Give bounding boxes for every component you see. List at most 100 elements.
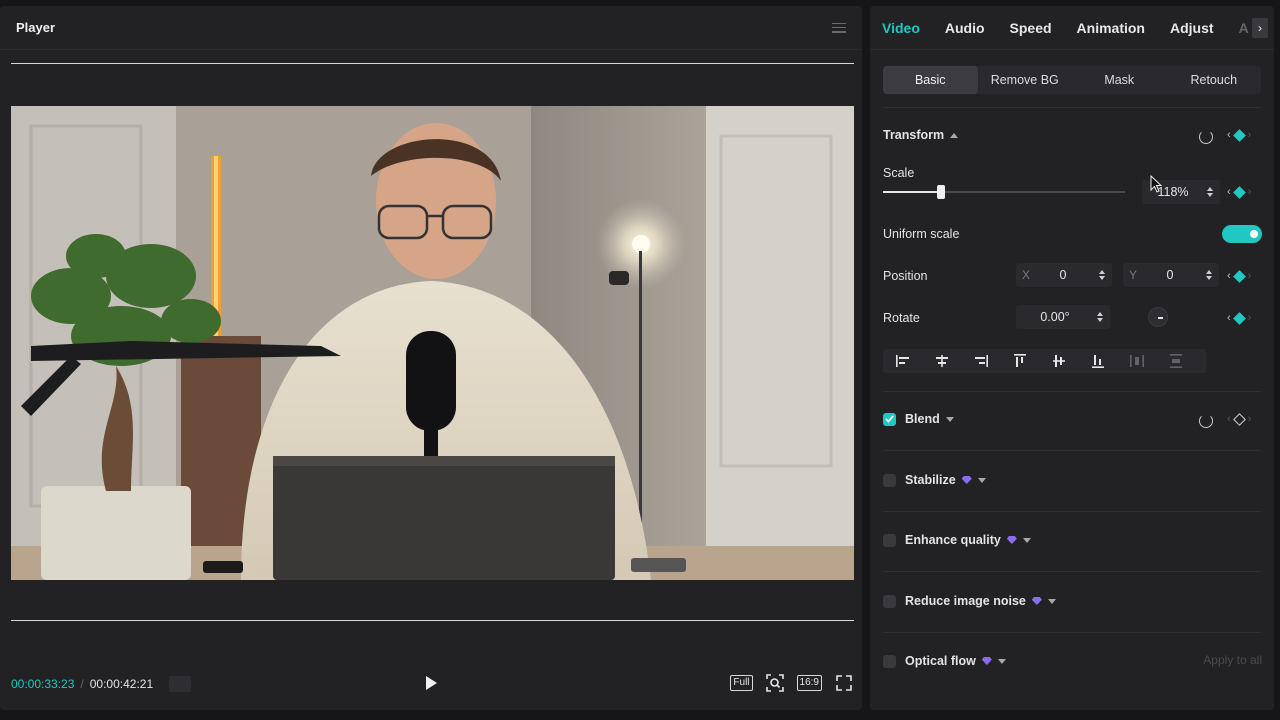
align-right-icon[interactable] (961, 349, 1000, 373)
prev-keyframe-icon[interactable]: ‹ (1227, 129, 1231, 141)
divider (883, 450, 1261, 451)
y-prefix: Y (1129, 268, 1138, 282)
fullscreen-icon[interactable] (834, 673, 854, 693)
uniform-scale-toggle[interactable] (1222, 225, 1262, 243)
prev-keyframe-icon[interactable]: ‹ (1227, 186, 1231, 198)
full-quality-button[interactable]: Full (730, 675, 753, 691)
blend-reset-icon[interactable] (1199, 414, 1213, 428)
align-left-icon[interactable] (883, 349, 922, 373)
divider (883, 391, 1261, 392)
reduce-noise-expand-icon[interactable] (1047, 598, 1056, 604)
tab-animation[interactable]: Animation (1077, 20, 1145, 36)
keyframe-diamond-icon[interactable] (1232, 185, 1246, 199)
video-subtabs: Basic Remove BG Mask Retouch (883, 66, 1261, 94)
align-center-h-icon[interactable] (922, 349, 961, 373)
subtab-basic[interactable]: Basic (883, 66, 978, 94)
current-timecode: 00:00:33:23 (11, 677, 75, 691)
tab-audio[interactable]: Audio (945, 20, 985, 36)
video-frame-image (11, 106, 854, 580)
scale-label: Scale (883, 166, 915, 180)
position-x-stepper[interactable] (1096, 270, 1108, 280)
enhance-quality-expand-icon[interactable] (1022, 537, 1031, 543)
subtab-retouch[interactable]: Retouch (1167, 66, 1262, 94)
position-x-value: 0 (1059, 268, 1067, 282)
tabs-next-icon[interactable]: › (1252, 18, 1268, 38)
player-header: Player (0, 6, 862, 50)
subtab-remove-bg[interactable]: Remove BG (978, 66, 1073, 94)
position-x-input[interactable]: X 0 (1016, 263, 1112, 287)
enhance-quality-label: Enhance quality (905, 533, 1001, 547)
align-bottom-icon[interactable] (1078, 349, 1117, 373)
keyframe-diamond-icon[interactable] (1232, 269, 1246, 283)
optical-flow-expand-icon[interactable] (997, 658, 1006, 664)
apply-to-all-button[interactable]: Apply to all (1203, 653, 1262, 667)
x-prefix: X (1022, 268, 1031, 282)
frame-icon[interactable] (169, 676, 192, 692)
tab-overflow[interactable]: A (1239, 20, 1249, 36)
next-keyframe-icon[interactable]: › (1248, 413, 1252, 425)
zoom-fit-icon[interactable] (765, 673, 785, 693)
scale-stepper[interactable] (1204, 187, 1216, 197)
position-y-input[interactable]: Y 0 (1123, 263, 1219, 287)
position-label: Position (883, 269, 928, 283)
rotate-label: Rotate (883, 311, 920, 325)
tab-adjust[interactable]: Adjust (1170, 20, 1214, 36)
guide-line-top (11, 63, 854, 64)
distribute-h-icon (1117, 349, 1156, 373)
keyframe-diamond-icon[interactable] (1232, 412, 1246, 426)
reduce-noise-section: Reduce image noise (883, 594, 1262, 608)
align-center-v-icon[interactable] (1039, 349, 1078, 373)
property-tabs: Video Audio Speed Animation Adjust A › (870, 6, 1274, 50)
aspect-ratio-button[interactable]: 16:9 (796, 675, 822, 691)
reduce-noise-checkbox[interactable] (883, 594, 896, 608)
transform-reset-icon[interactable] (1199, 130, 1213, 144)
optical-flow-checkbox[interactable] (883, 654, 896, 668)
prev-keyframe-icon[interactable]: ‹ (1227, 312, 1231, 324)
rotate-stepper[interactable] (1094, 312, 1106, 322)
next-keyframe-icon[interactable]: › (1248, 129, 1252, 141)
enhance-quality-checkbox[interactable] (883, 533, 896, 547)
tab-video[interactable]: Video (882, 20, 920, 36)
next-keyframe-icon[interactable]: › (1248, 270, 1252, 282)
scale-slider-fill (883, 191, 942, 193)
stabilize-checkbox[interactable] (883, 473, 896, 487)
total-timecode: 00:00:42:21 (89, 677, 154, 691)
rotate-input[interactable]: 0.00° (1016, 305, 1110, 329)
premium-gem-icon (1006, 536, 1017, 544)
player-panel: Player 00:00:33:23 / 00:00:42:21 Full 16… (0, 6, 862, 710)
position-y-value: 0 (1166, 268, 1174, 282)
position-y-stepper[interactable] (1203, 270, 1215, 280)
subtab-mask[interactable]: Mask (1072, 66, 1167, 94)
align-toolbar (883, 349, 1206, 373)
next-keyframe-icon[interactable]: › (1248, 186, 1252, 198)
blend-checkbox[interactable] (883, 412, 896, 426)
video-preview[interactable] (11, 106, 854, 580)
keyframe-diamond-icon[interactable] (1232, 311, 1246, 325)
stabilize-expand-icon[interactable] (977, 477, 986, 483)
scale-slider[interactable] (883, 185, 1125, 199)
scale-slider-handle[interactable] (937, 185, 946, 199)
menu-icon[interactable] (832, 22, 846, 33)
mouse-cursor-icon (1150, 175, 1162, 193)
align-top-icon[interactable] (1000, 349, 1039, 373)
blend-expand-icon[interactable] (945, 416, 954, 422)
keyframe-diamond-icon[interactable] (1232, 128, 1246, 142)
enhance-quality-section: Enhance quality (883, 533, 1262, 547)
divider (883, 511, 1261, 512)
uniform-scale-label: Uniform scale (883, 227, 960, 241)
play-button[interactable] (426, 676, 437, 690)
prev-keyframe-icon[interactable]: ‹ (1227, 413, 1231, 425)
rotate-dial[interactable] (1148, 307, 1168, 327)
rotate-keyframe: ‹ › (1227, 311, 1252, 325)
tab-speed[interactable]: Speed (1010, 20, 1052, 36)
scale-row: Scale (883, 166, 1262, 180)
prev-keyframe-icon[interactable]: ‹ (1227, 270, 1231, 282)
divider (883, 107, 1261, 108)
guide-line-bottom (11, 620, 854, 621)
premium-gem-icon (961, 476, 972, 484)
player-footer: 00:00:33:23 / 00:00:42:21 Full 16:9 (0, 658, 862, 710)
next-keyframe-icon[interactable]: › (1248, 312, 1252, 324)
collapse-icon[interactable] (950, 132, 959, 138)
stabilize-label: Stabilize (905, 473, 956, 487)
position-keyframe: ‹ › (1227, 269, 1252, 283)
